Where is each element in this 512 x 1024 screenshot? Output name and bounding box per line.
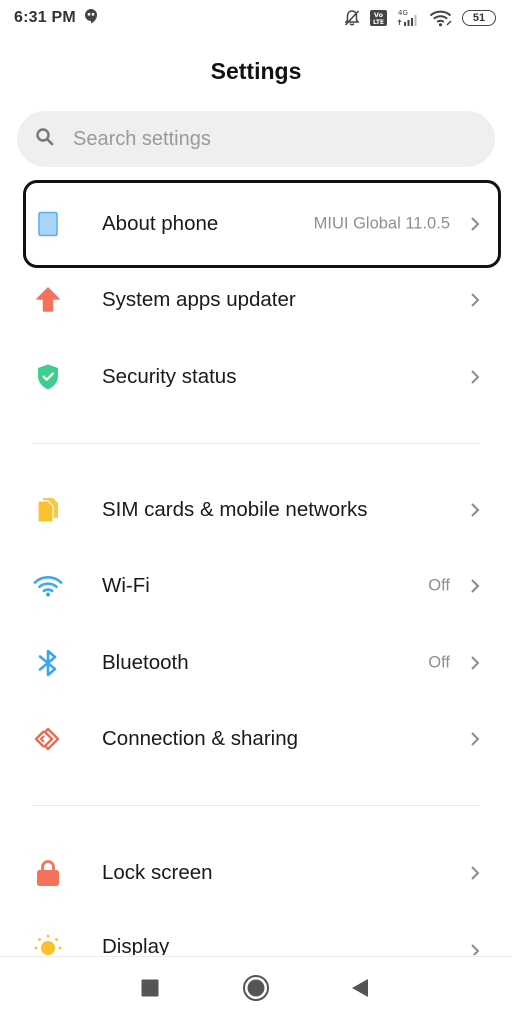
chevron-right-icon [468, 213, 482, 235]
item-label: Security status [102, 365, 237, 388]
search-input[interactable] [73, 127, 453, 151]
chevron-right-icon [468, 366, 482, 388]
settings-item-lock-screen[interactable]: Lock screen [0, 838, 512, 908]
volte-icon: Vo LTE [370, 10, 387, 26]
sun-icon [30, 930, 66, 955]
settings-item-system-apps-updater[interactable]: System apps updater [0, 265, 512, 335]
status-time: 6:31 PM [14, 9, 76, 26]
chevron-right-icon [468, 652, 482, 674]
svg-text:LTE: LTE [373, 19, 384, 26]
item-label: About phone [102, 212, 219, 235]
svg-text:4G: 4G [398, 9, 408, 17]
battery-level: 51 [472, 12, 486, 24]
item-label: Lock screen [102, 861, 213, 884]
shield-check-icon [30, 359, 66, 395]
back-button[interactable] [340, 971, 380, 1011]
search-bar[interactable] [17, 111, 495, 167]
settings-item-security-status[interactable]: Security status [0, 342, 512, 412]
settings-item-bluetooth[interactable]: Bluetooth Off [0, 628, 512, 698]
chevron-right-icon [468, 575, 482, 597]
settings-item-wifi[interactable]: Wi-Fi Off [0, 551, 512, 621]
svg-text:Vo: Vo [374, 11, 384, 19]
settings-item-sim-cards[interactable]: SIM cards & mobile networks [0, 475, 512, 545]
chevron-right-icon [468, 499, 482, 521]
bell-muted-icon [343, 9, 361, 27]
status-bar: 6:31 PM Vo LTE 4G 51 [0, 0, 512, 36]
chevron-right-icon [468, 289, 482, 311]
search-icon [35, 127, 55, 152]
arrow-up-icon [30, 282, 66, 318]
chevron-right-icon [468, 728, 482, 750]
settings-screen: 6:31 PM Vo LTE 4G 51 Settings Search set… [0, 0, 512, 1024]
triangle-back-icon [351, 978, 369, 1003]
settings-item-display[interactable]: Display [0, 913, 512, 955]
item-label: System apps updater [102, 288, 296, 311]
item-label: SIM cards & mobile networks [102, 498, 368, 521]
page-title: Settings [210, 58, 302, 84]
item-value: Off [428, 576, 450, 595]
recents-button[interactable] [130, 971, 170, 1011]
section-divider [32, 805, 480, 806]
chevron-right-icon [468, 862, 482, 884]
home-button[interactable] [236, 971, 276, 1011]
circle-icon [242, 974, 270, 1007]
item-label: Bluetooth [102, 651, 189, 674]
hangouts-icon [84, 8, 98, 29]
item-label: Wi-Fi [102, 574, 150, 597]
wifi-icon [30, 568, 66, 604]
connection-sharing-icon [30, 721, 66, 757]
settings-item-connection-sharing[interactable]: Connection & sharing [0, 704, 512, 774]
item-label: Connection & sharing [102, 727, 299, 750]
item-value: MIUI Global 11.0.5 [313, 214, 450, 233]
phone-icon [30, 206, 66, 242]
item-label: Display [102, 935, 170, 955]
bluetooth-icon [30, 645, 66, 681]
signal-4g-icon: 4G [396, 8, 420, 28]
battery-indicator: 51 [462, 10, 496, 26]
chevron-right-icon [468, 940, 482, 955]
sim-card-icon [30, 492, 66, 528]
settings-item-about-phone[interactable]: About phone MIUI Global 11.0.5 [0, 189, 512, 259]
wifi-icon [429, 9, 453, 27]
navigation-bar [0, 956, 512, 1024]
item-value: Off [428, 653, 450, 672]
lock-icon [30, 855, 66, 891]
section-divider [32, 443, 480, 444]
square-icon [141, 979, 159, 1002]
